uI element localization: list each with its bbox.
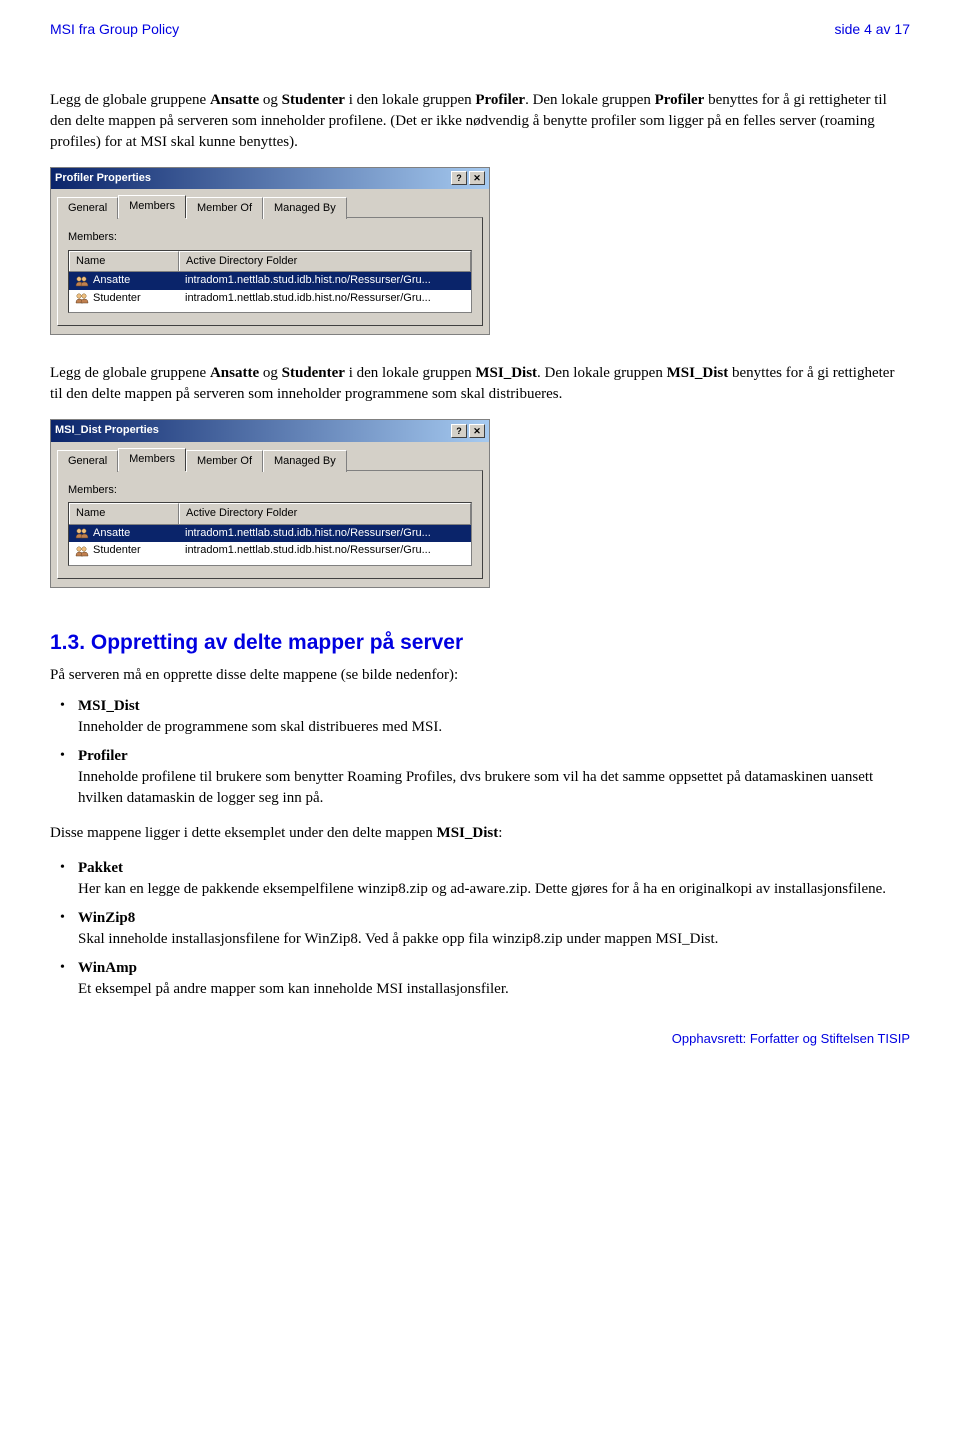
col-name[interactable]: Name xyxy=(69,251,179,271)
help-button[interactable]: ? xyxy=(451,171,467,185)
bullet-list-2: Pakket Her kan en legge de pakkende ekse… xyxy=(50,858,910,1000)
members-label: Members: xyxy=(68,483,472,498)
listview-header: Name Active Directory Folder xyxy=(69,503,471,524)
item-title: WinAmp xyxy=(78,958,910,979)
close-button[interactable]: ✕ xyxy=(469,171,485,185)
list-item[interactable]: Studenter intradom1.nettlab.stud.idb.his… xyxy=(69,290,471,307)
members-listview[interactable]: Name Active Directory Folder Ansatte int… xyxy=(68,502,472,565)
help-button[interactable]: ? xyxy=(451,424,467,438)
page-header: MSI fra Group Policy side 4 av 17 xyxy=(50,20,910,40)
item-title: WinZip8 xyxy=(78,908,910,929)
row-name: Studenter xyxy=(93,543,141,558)
paragraph-profiler: Legg de globale gruppene Ansatte og Stud… xyxy=(50,90,910,153)
col-name[interactable]: Name xyxy=(69,503,179,523)
row-name: Ansatte xyxy=(93,526,130,541)
item-body: Her kan en legge de pakkende eksempelfil… xyxy=(78,881,886,897)
dialog-title: MSI_Dist Properties xyxy=(55,423,159,438)
list-item: WinZip8 Skal inneholde installasjonsfile… xyxy=(50,908,910,950)
paragraph-msidist: Legg de globale gruppene Ansatte og Stud… xyxy=(50,363,910,405)
dialog-title: Profiler Properties xyxy=(55,171,151,186)
row-name: Ansatte xyxy=(93,273,130,288)
titlebar-buttons: ? ✕ xyxy=(451,171,485,185)
header-right: side 4 av 17 xyxy=(835,20,911,40)
section-intro: På serveren må en opprette disse delte m… xyxy=(50,665,910,686)
close-button[interactable]: ✕ xyxy=(469,424,485,438)
tab-members[interactable]: Members xyxy=(118,195,186,218)
tabstrip: General Members Member Of Managed By xyxy=(51,442,489,470)
section-heading-1-3: 1.3. Oppretting av delte mapper på serve… xyxy=(50,628,910,657)
list-item: Profiler Inneholde profilene til brukere… xyxy=(50,746,910,809)
list-item: Pakket Her kan en legge de pakkende ekse… xyxy=(50,858,910,900)
members-listview[interactable]: Name Active Directory Folder Ansatte int… xyxy=(68,250,472,313)
group-icon xyxy=(75,275,89,287)
footer-copyright: Opphavsrett: Forfatter og Stiftelsen TIS… xyxy=(50,1030,910,1048)
listview-header: Name Active Directory Folder xyxy=(69,251,471,272)
msidist-properties-dialog: MSI_Dist Properties ? ✕ General Members … xyxy=(50,419,490,588)
item-body: Skal inneholde installasjonsfilene for W… xyxy=(78,931,718,947)
titlebar-buttons: ? ✕ xyxy=(451,424,485,438)
row-folder: intradom1.nettlab.stud.idb.hist.no/Ressu… xyxy=(179,290,471,307)
tab-body: Members: Name Active Directory Folder An… xyxy=(57,217,483,326)
tab-members[interactable]: Members xyxy=(118,448,186,471)
item-title: MSI_Dist xyxy=(78,696,910,717)
header-left: MSI fra Group Policy xyxy=(50,20,179,40)
item-body: Inneholder de programmene som skal distr… xyxy=(78,719,442,735)
tab-managed-by[interactable]: Managed By xyxy=(263,450,347,472)
list-item[interactable]: Ansatte intradom1.nettlab.stud.idb.hist.… xyxy=(69,272,471,289)
list-item: MSI_Dist Inneholder de programmene som s… xyxy=(50,696,910,738)
row-name: Studenter xyxy=(93,291,141,306)
group-icon xyxy=(75,527,89,539)
list-item: WinAmp Et eksempel på andre mapper som k… xyxy=(50,958,910,1000)
tabstrip: General Members Member Of Managed By xyxy=(51,189,489,217)
members-label: Members: xyxy=(68,230,472,245)
listview-body: Ansatte intradom1.nettlab.stud.idb.hist.… xyxy=(69,525,471,565)
tab-member-of[interactable]: Member Of xyxy=(186,197,263,219)
row-folder: intradom1.nettlab.stud.idb.hist.no/Ressu… xyxy=(179,272,471,289)
tab-body: Members: Name Active Directory Folder An… xyxy=(57,470,483,579)
titlebar: Profiler Properties ? ✕ xyxy=(51,168,489,189)
bullet-list-1: MSI_Dist Inneholder de programmene som s… xyxy=(50,696,910,809)
col-folder[interactable]: Active Directory Folder xyxy=(179,503,471,523)
tab-general[interactable]: General xyxy=(57,450,118,472)
tab-member-of[interactable]: Member Of xyxy=(186,450,263,472)
tab-general[interactable]: General xyxy=(57,197,118,219)
list-item[interactable]: Studenter intradom1.nettlab.stud.idb.his… xyxy=(69,542,471,559)
item-title: Profiler xyxy=(78,746,910,767)
item-body: Inneholde profilene til brukere som beny… xyxy=(78,769,873,806)
tab-managed-by[interactable]: Managed By xyxy=(263,197,347,219)
listview-body: Ansatte intradom1.nettlab.stud.idb.hist.… xyxy=(69,272,471,312)
titlebar: MSI_Dist Properties ? ✕ xyxy=(51,420,489,441)
row-folder: intradom1.nettlab.stud.idb.hist.no/Ressu… xyxy=(179,542,471,559)
mid-paragraph: Disse mappene ligger i dette eksemplet u… xyxy=(50,823,910,844)
row-folder: intradom1.nettlab.stud.idb.hist.no/Ressu… xyxy=(179,525,471,542)
item-title: Pakket xyxy=(78,858,910,879)
item-body: Et eksempel på andre mapper som kan inne… xyxy=(78,981,509,997)
profiler-properties-dialog: Profiler Properties ? ✕ General Members … xyxy=(50,167,490,336)
group-icon xyxy=(75,292,89,304)
group-icon xyxy=(75,545,89,557)
col-folder[interactable]: Active Directory Folder xyxy=(179,251,471,271)
list-item[interactable]: Ansatte intradom1.nettlab.stud.idb.hist.… xyxy=(69,525,471,542)
